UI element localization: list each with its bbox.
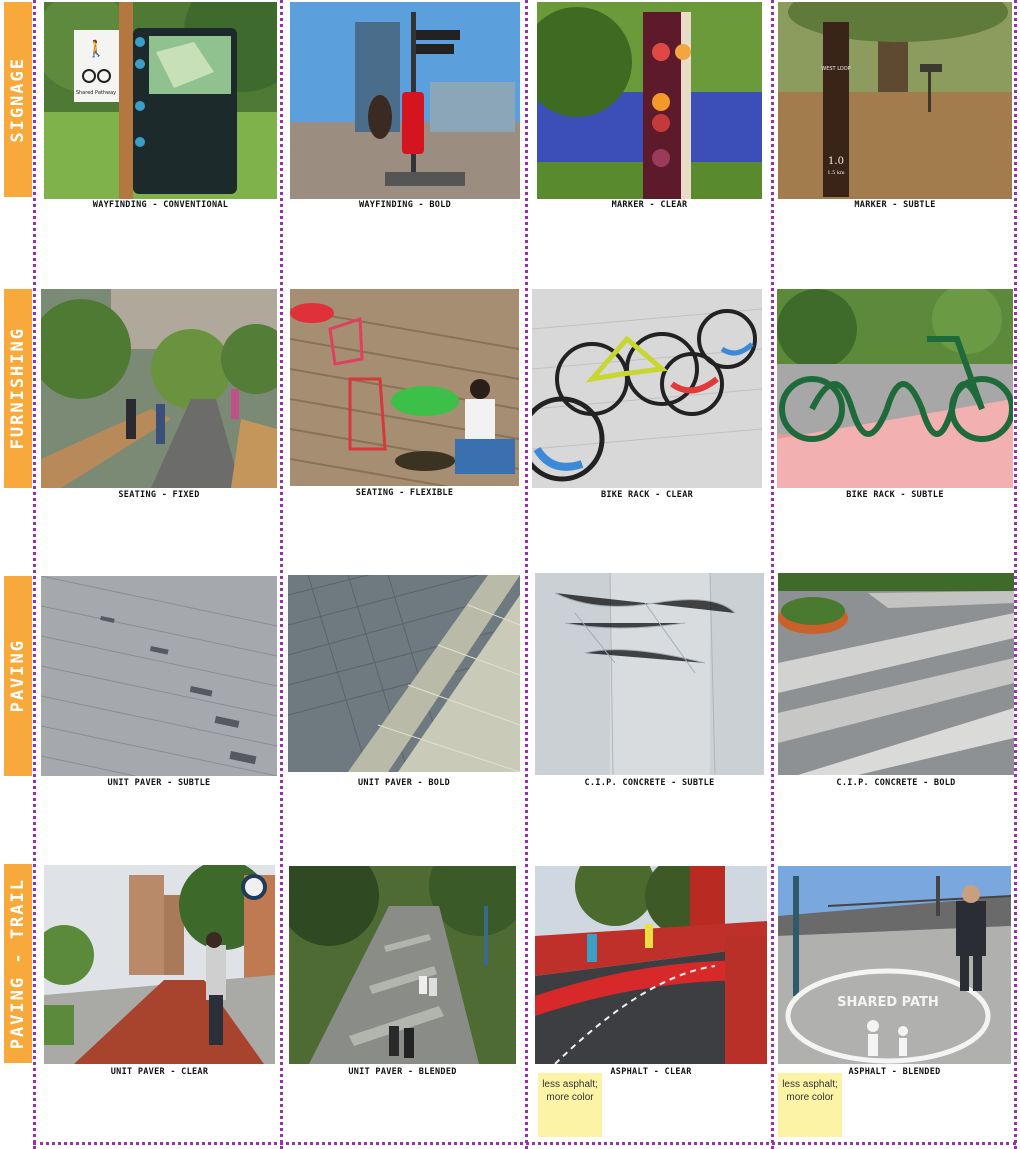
divider-col-1 [280,0,283,1149]
mood-board: SIGNAGE FURNISHING PAVING PAVING - TRAIL… [0,0,1020,1149]
photo-wayfinding-bold [290,2,520,199]
caption-wayfinding-conventional: WAYFINDING - CONVENTIONAL [92,200,229,210]
caption-unit-paver-bold: UNIT PAVER - BOLD [357,778,451,788]
divider-left [33,0,36,1149]
photo-bike-rack-subtle [777,289,1013,488]
caption-wayfinding-bold: WAYFINDING - BOLD [358,200,452,210]
row-label-signage: SIGNAGE [4,2,32,197]
sign-text: Shared Pathway [76,90,116,96]
photo-unit-paver-bold [288,575,520,772]
caption-bike-rack-subtle: BIKE RACK - SUBTLE [846,490,944,500]
photo-cip-concrete-subtle [535,573,764,775]
photo-unit-paver-blended [289,866,516,1064]
caption-unit-paver-blended: UNIT PAVER - BLENDED [348,1067,457,1077]
caption-marker-clear: MARKER - CLEAR [611,200,688,210]
photo-cip-concrete-bold [778,573,1014,775]
caption-seating-fixed: SEATING - FIXED [118,490,200,500]
photo-seating-flexible [290,289,519,486]
photo-bike-rack-clear [532,289,762,488]
photo-seating-fixed [41,289,277,488]
row-label-paving-trail: PAVING - TRAIL [4,864,32,1063]
caption-cip-concrete-bold: C.I.P. CONCRETE - BOLD [836,778,956,788]
marker-text: WEST LOOP [821,66,850,72]
caption-marker-subtle: MARKER - SUBTLE [854,200,936,210]
caption-bike-rack-clear: BIKE RACK - CLEAR [600,490,694,500]
caption-unit-paver-subtle: UNIT PAVER - SUBTLE [107,778,211,788]
photo-unit-paver-subtle [41,576,277,776]
photo-wayfinding-conventional: 🚶 Shared Pathway [44,2,277,199]
caption-seating-flexible: SEATING - FLEXIBLE [355,488,454,498]
divider-col-2 [525,0,528,1149]
row-label-furnishing: FURNISHING [4,289,32,488]
caption-unit-paver-clear: UNIT PAVER - CLEAR [110,1067,209,1077]
shared-path-text: SHARED PATH [837,995,939,1010]
divider-col-3 [771,0,774,1149]
row-label-paving: PAVING [4,576,32,776]
photo-marker-subtle: WEST LOOP 1.0 1.5 km [778,2,1012,199]
marker-distance: 1.0 [828,156,844,167]
photo-marker-clear [537,2,762,199]
sticky-note-asphalt-clear[interactable]: less asphalt; more color [538,1073,602,1137]
photo-asphalt-blended: SHARED PATH [778,866,1011,1064]
photo-unit-paver-clear [44,865,275,1064]
svg-text:🚶: 🚶 [86,39,106,58]
sticky-note-asphalt-blended[interactable]: less asphalt; more color [778,1073,842,1137]
divider-right [1014,0,1017,1149]
divider-bottom [33,1142,1016,1145]
caption-cip-concrete-subtle: C.I.P. CONCRETE - SUBTLE [584,778,715,788]
photo-asphalt-clear [535,866,767,1064]
marker-distance-km: 1.5 km [827,170,845,176]
